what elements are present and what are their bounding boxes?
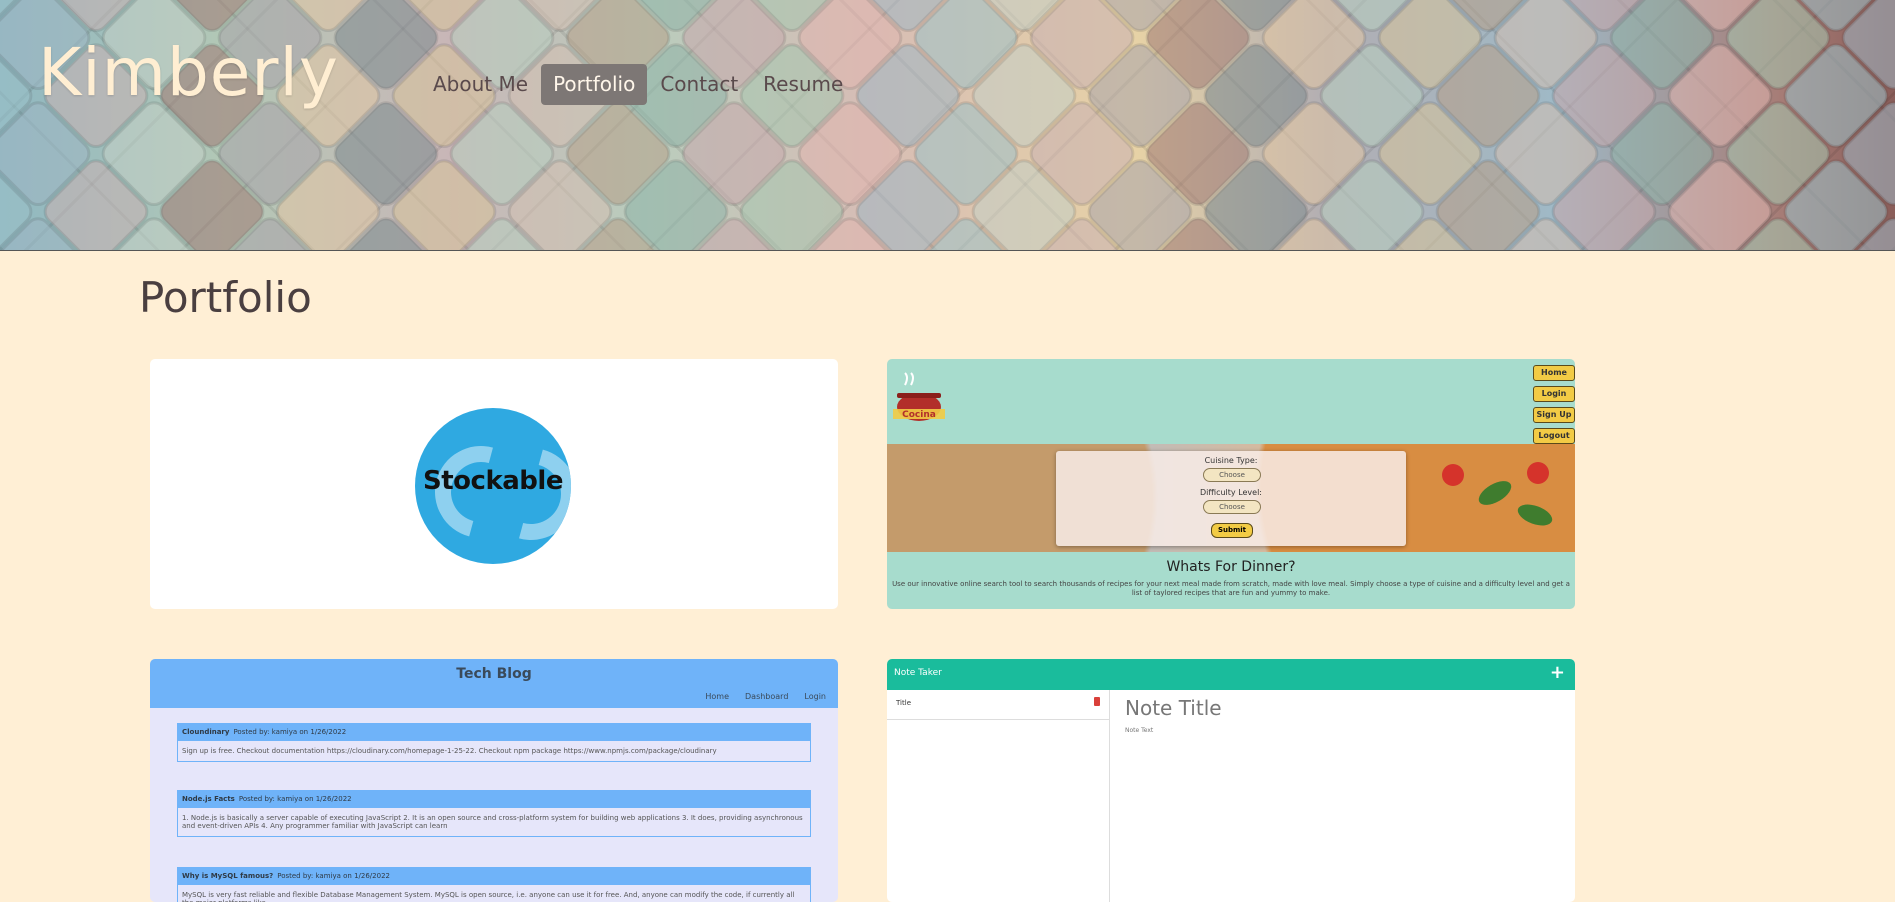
blog-post-meta: Posted by: kamiya on 1/26/2022 xyxy=(238,795,352,803)
tech-blog-nav-dashboard: Dashboard xyxy=(745,692,789,701)
cocina-home-button: Home xyxy=(1533,365,1575,381)
nav-link-resume[interactable]: Resume xyxy=(751,64,855,105)
stockable-logo: Stockable xyxy=(415,408,571,564)
blog-post-title: Why is MySQL famous? xyxy=(182,872,274,880)
project-card-tech-blog[interactable]: Tech Blog Home Dashboard Login Cloundina… xyxy=(150,659,838,902)
difficulty-level-select: Choose xyxy=(1203,500,1261,514)
tech-blog-nav-home: Home xyxy=(705,692,729,701)
basil-leaf-icon xyxy=(1474,476,1516,510)
tomato-icon xyxy=(1527,462,1549,484)
blog-post-title: Node.js Facts xyxy=(182,795,235,803)
pizza-banner-image: Cuisine Type: Choose Difficulty Level: C… xyxy=(887,444,1575,552)
nav-link-contact[interactable]: Contact xyxy=(648,64,750,105)
main-nav: About Me Portfolio Contact Resume xyxy=(421,64,856,105)
tomato-icon xyxy=(1442,464,1464,486)
plus-icon: + xyxy=(1549,662,1565,683)
blog-post-header: Why is MySQL famous? Posted by: kamiya on… xyxy=(178,868,810,885)
project-card-stockable[interactable]: Stockable xyxy=(150,359,838,609)
submit-button: Submit xyxy=(1211,523,1253,538)
trash-icon xyxy=(1094,697,1100,706)
cocina-signup-button: Sign Up xyxy=(1533,407,1575,423)
tech-blog-title: Tech Blog xyxy=(456,666,532,682)
blog-post-header: Cloundinary Posted by: kamiya on 1/26/202… xyxy=(178,724,810,741)
note-taker-navbar: Note Taker + xyxy=(887,659,1575,690)
cocina-login-button: Login xyxy=(1533,386,1575,402)
page-title: Portfolio xyxy=(139,273,312,322)
tech-blog-nav-login: Login xyxy=(804,692,826,701)
blog-post-meta: Posted by: kamiya on 1/26/2022 xyxy=(277,872,390,880)
note-list-item: Title xyxy=(887,690,1109,720)
cocina-title: Whats For Dinner? xyxy=(1166,559,1296,575)
note-list-item-title: Title xyxy=(896,699,912,707)
blog-post-body: 1. Node.js is basically a server capable… xyxy=(182,814,803,830)
blog-post: Cloundinary Posted by: kamiya on 1/26/202… xyxy=(177,723,811,762)
nav-link-about-me[interactable]: About Me xyxy=(421,64,540,105)
tech-blog-header: Tech Blog Home Dashboard Login xyxy=(150,659,838,708)
site-brand[interactable]: Kimberly xyxy=(38,34,339,111)
cuisine-type-label: Cuisine Type: xyxy=(1204,456,1258,465)
blog-post-title: Cloundinary xyxy=(182,728,230,736)
cooking-pot-icon: Cocina xyxy=(893,372,945,421)
cocina-logo-text: Cocina xyxy=(902,410,936,420)
difficulty-level-label: Difficulty Level: xyxy=(1199,488,1263,497)
cuisine-type-select: Choose xyxy=(1203,468,1261,482)
recipe-search-form: Cuisine Type: Choose Difficulty Level: C… xyxy=(1056,451,1406,546)
blog-post-body: Sign up is free. Checkout documentation … xyxy=(182,747,717,755)
note-text-field: Note Text xyxy=(1125,727,1154,734)
basil-leaf-icon xyxy=(1515,500,1555,530)
tech-blog-nav: Home Dashboard Login xyxy=(705,692,826,701)
blog-post-body: MySQL is very fast reliable and flexible… xyxy=(182,891,795,902)
note-taker-brand: Note Taker xyxy=(894,668,942,678)
stockable-logo-text: Stockable xyxy=(423,466,563,496)
cocina-nav: Home Login Sign Up Logout xyxy=(1533,365,1575,444)
header-banner: Kimberly About Me Portfolio Contact Resu… xyxy=(0,0,1895,251)
note-title-field: Note Title xyxy=(1125,696,1222,720)
cocina-description: Use our innovative online search tool to… xyxy=(892,580,1570,597)
cocina-logout-button: Logout xyxy=(1533,428,1575,444)
blog-post-header: Node.js Facts Posted by: kamiya on 1/26/2… xyxy=(178,791,810,808)
note-list: Title xyxy=(887,690,1110,902)
project-card-note-taker[interactable]: Note Taker + Title Note Title Note Text xyxy=(887,659,1575,902)
nav-link-portfolio[interactable]: Portfolio xyxy=(541,64,648,105)
blog-post: Node.js Facts Posted by: kamiya on 1/26/2… xyxy=(177,790,811,837)
blog-post-meta: Posted by: kamiya on 1/26/2022 xyxy=(233,728,347,736)
project-card-cocina[interactable]: Cocina Home Login Sign Up Logout Cuisine… xyxy=(887,359,1575,609)
blog-post: Why is MySQL famous? Posted by: kamiya on… xyxy=(177,867,811,902)
